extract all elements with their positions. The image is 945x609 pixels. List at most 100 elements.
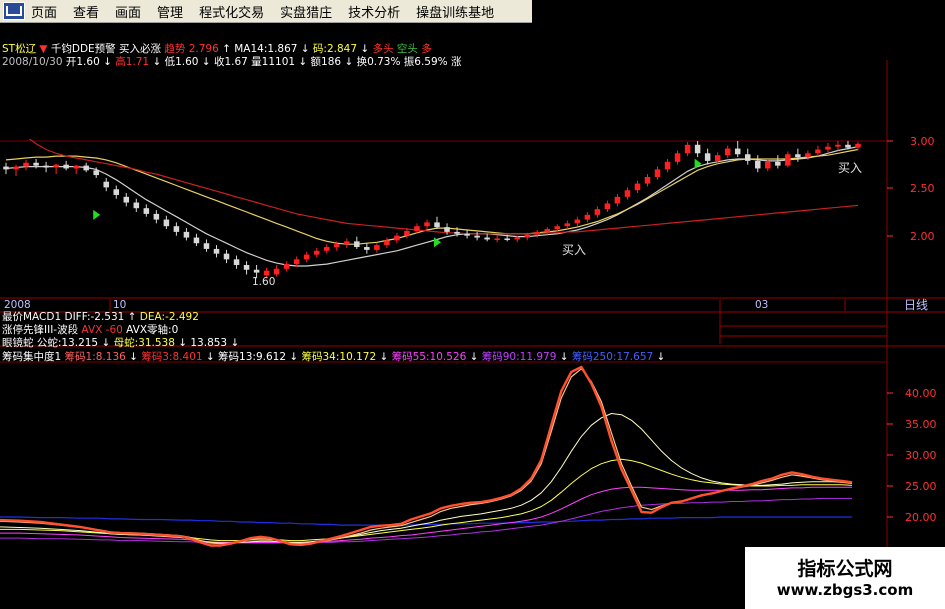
candle-body — [283, 264, 290, 269]
indicator_line4-seg-0: 筹码集中度1 — [2, 350, 61, 363]
buy-label-2: 买入 — [838, 161, 862, 175]
indicator_line4-seg-8: ↓ — [376, 351, 388, 363]
candle-body — [624, 190, 631, 197]
candle-body — [33, 162, 39, 166]
info_line2-seg-2: ↓ — [99, 56, 112, 68]
stock-chart[interactable]: 3.00 2.50 2.00 40.00 35.00 30.00 25.00 2… — [0, 0, 945, 609]
indicator-line-macd: 最价MACD1 DIFF:-2.531 ↑ DEA:-2.492 — [2, 311, 199, 323]
cost-tick-30: 30.00 — [905, 449, 937, 462]
indicator_line4-seg-14: ↓ — [653, 351, 665, 363]
candle-body — [253, 269, 260, 273]
candle-body — [173, 226, 180, 232]
indicator_line3-seg-3: 母蛇:31.538 — [110, 336, 175, 349]
candle-body — [404, 230, 410, 236]
price-tick-2: 2.00 — [910, 230, 935, 243]
cost-tick-40: 40.00 — [905, 387, 937, 400]
candle-body — [23, 162, 29, 167]
watermark-url: www.zbgs3.com — [776, 581, 914, 599]
indicator-line-cobra: 眼镜蛇 公蛇:13.215 ↓ 母蛇:31.538 ↓ 13.853 ↓ — [2, 336, 239, 349]
candle-body — [484, 237, 490, 240]
candle-body — [293, 259, 300, 265]
candle-body — [494, 238, 500, 241]
candle-body — [594, 209, 601, 215]
candle-body — [113, 189, 120, 195]
candle-body — [634, 183, 641, 191]
candle-body — [614, 196, 621, 204]
info_line2-seg-12: 换0.73% — [353, 56, 401, 68]
candle-body — [815, 149, 821, 154]
candle-body — [704, 153, 711, 161]
candle-body — [765, 161, 771, 169]
buy-arrow-2 — [694, 158, 702, 169]
indicator_line4-seg-13: 筹码250:17.657 — [569, 350, 654, 363]
buy-arrow-0 — [93, 209, 101, 220]
candle-body — [574, 219, 581, 224]
chip-line-3 — [0, 458, 853, 542]
indicator_line4-seg-5: 筹码13:9.612 — [215, 350, 286, 363]
indicator_line4-seg-10: ↓ — [466, 351, 478, 363]
info_line2-seg-11: ↓ — [341, 56, 354, 68]
watermark-title: 指标公式网 — [797, 558, 893, 580]
candle-body — [604, 203, 611, 210]
candle-body — [845, 144, 851, 148]
price-axis: 3.00 2.50 2.00 — [887, 135, 935, 243]
indicator_line4-seg-1: 筹码1:8.136 — [61, 350, 126, 363]
candle-body — [83, 165, 89, 171]
info_line2-seg-13: 振6.59% — [400, 56, 448, 68]
indicator_line4-seg-6: ↓ — [286, 351, 298, 363]
candle-body — [203, 243, 210, 249]
info_line2-seg-1: 开1.60 — [62, 56, 100, 68]
cost-tick-20: 20.00 — [905, 511, 937, 524]
cost-tick-35: 35.00 — [905, 418, 937, 431]
candle-body — [544, 229, 551, 232]
cost-tick-25: 25.00 — [905, 480, 937, 493]
candle-body — [644, 176, 651, 184]
candle-body — [464, 233, 470, 236]
candle-body — [323, 247, 330, 251]
candle-body — [344, 241, 350, 245]
low-price-label: 1.60 — [252, 276, 275, 288]
candle-body — [734, 148, 741, 155]
candle-body — [795, 154, 801, 158]
indicator_line4-seg-9: 筹码55:10.526 — [388, 350, 466, 363]
quote-info-line: 2008/10/30 开1.60 ↓ 高1.71 ↓ 低1.60 ↓ 收1.67… — [2, 54, 462, 69]
ma-line-1 — [5, 148, 859, 245]
candle-body — [374, 245, 380, 250]
period-label[interactable]: 日线 — [904, 298, 928, 312]
candle-body — [474, 235, 480, 238]
candle-body — [233, 259, 240, 266]
watermark: 指标公式网 www.zbgs3.com — [745, 547, 945, 609]
cost-axis: 40.00 35.00 30.00 25.00 20.00 — [887, 387, 937, 524]
indicator_line4-seg-3: 筹码3:8.401 — [138, 350, 203, 363]
indicator_line2-seg-3: AVX零轴:0 — [123, 323, 178, 336]
indicator_line2-seg-2: -60 — [102, 324, 123, 336]
candle-body — [13, 166, 19, 170]
candle-body — [584, 214, 591, 220]
price-tick-3: 3.00 — [910, 135, 935, 148]
date-month-03: 03 — [755, 299, 768, 311]
indicator-line-avx: 涨停先锋III-波段 AVX -60 AVX零轴:0 — [2, 323, 178, 336]
candle-body — [825, 146, 831, 150]
info_line2-seg-9: ↓ — [295, 56, 308, 68]
candle-body — [123, 196, 130, 203]
candle-body — [193, 237, 200, 244]
candle-body — [454, 231, 460, 234]
candle-body — [303, 254, 310, 260]
candle-body — [364, 247, 370, 250]
candle-body — [143, 208, 150, 214]
indicator_line4-seg-4: ↓ — [203, 351, 215, 363]
candle-body — [183, 231, 190, 238]
indicator_line1-seg-2: DIFF:-2.531 — [61, 311, 124, 323]
candle-body — [153, 213, 160, 220]
indicator_line3-seg-5: 13.853 — [187, 337, 227, 349]
candle-body — [744, 154, 751, 161]
indicator_line4-seg-7: 筹码34:10.172 — [298, 350, 376, 363]
indicator_line1-seg-1: MACD1 — [23, 311, 61, 323]
candle-body — [514, 237, 520, 240]
candle-body — [354, 241, 360, 248]
indicator_line3-seg-0: 眼镜蛇 — [2, 336, 34, 349]
candle-body — [654, 169, 661, 177]
indicator_line4-seg-12: ↓ — [556, 351, 568, 363]
date-axis: 2008 10 03 日线 — [4, 298, 928, 312]
info_line2-seg-8: 量11101 — [247, 56, 296, 68]
